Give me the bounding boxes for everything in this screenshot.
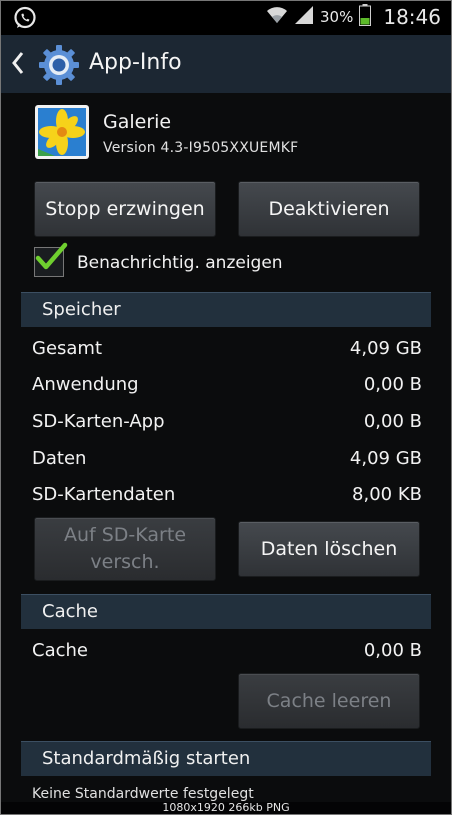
storage-section-header: Speicher — [21, 292, 431, 327]
action-bar-title: App-Info — [89, 50, 182, 75]
move-to-sd-button[interactable]: Auf SD-Karte versch. — [34, 517, 216, 581]
storage-row-total: Gesamt 4,09 GB — [32, 338, 422, 364]
launch-default-section-header: Standardmäßig starten — [21, 741, 431, 776]
clock: 18:46 — [383, 5, 441, 29]
row-value: 4,09 GB — [349, 448, 422, 469]
row-label: Daten — [32, 448, 87, 469]
clear-cache-button[interactable]: Cache leeren — [238, 673, 420, 729]
storage-header-label: Speicher — [42, 299, 121, 320]
row-value: 8,00 KB — [352, 484, 422, 505]
settings-gear-icon[interactable] — [37, 43, 81, 91]
cache-header-label: Cache — [42, 601, 98, 622]
image-info-watermark: 1080x1920 266kb PNG — [1, 802, 451, 814]
show-notifications-checkbox[interactable] — [34, 242, 68, 277]
wifi-icon — [266, 5, 288, 29]
status-bar: 30% 18:46 — [1, 1, 451, 35]
cache-section-header: Cache — [21, 594, 431, 629]
row-label: Anwendung — [32, 374, 139, 395]
row-value: 0,00 B — [363, 411, 422, 432]
screen: 30% 18:46 App-Info Galerie Version 4.3-I… — [0, 0, 452, 815]
move-to-sd-line2: versch. — [90, 551, 160, 573]
row-label: SD-Kartendaten — [32, 484, 176, 505]
back-chevron-icon[interactable] — [11, 51, 25, 79]
force-stop-button[interactable]: Stopp erzwingen — [34, 181, 216, 237]
battery-percent: 30% — [320, 8, 354, 26]
row-value: 4,09 GB — [349, 338, 422, 359]
signal-icon — [294, 5, 314, 29]
row-label: SD-Karten-App — [32, 411, 165, 432]
move-to-sd-line1: Auf SD-Karte — [63, 524, 187, 546]
storage-row-application: Anwendung 0,00 B — [32, 374, 422, 400]
cache-row: Cache 0,00 B — [32, 640, 422, 666]
storage-row-sd-data: SD-Kartendaten 8,00 KB — [32, 484, 422, 510]
row-value: 0,00 B — [363, 374, 422, 395]
launch-default-header-label: Standardmäßig starten — [42, 748, 251, 769]
whatsapp-icon — [13, 6, 37, 34]
disable-button[interactable]: Deaktivieren — [238, 181, 420, 237]
row-label: Cache — [32, 640, 88, 661]
app-version: Version 4.3-I9505XXUEMKF — [103, 140, 299, 156]
no-defaults-text: Keine Standardwerte festgelegt — [32, 786, 254, 802]
storage-row-data: Daten 4,09 GB — [32, 448, 422, 474]
app-name: Galerie — [103, 111, 172, 133]
row-value: 0,00 B — [363, 640, 422, 661]
gallery-app-icon — [35, 105, 89, 159]
show-notifications-label: Benachrichtig. anzeigen — [77, 253, 283, 273]
battery-icon — [359, 4, 372, 30]
row-label: Gesamt — [32, 338, 103, 359]
clear-data-button[interactable]: Daten löschen — [238, 521, 420, 577]
storage-row-sd-app: SD-Karten-App 0,00 B — [32, 411, 422, 437]
action-bar: App-Info — [1, 35, 451, 93]
